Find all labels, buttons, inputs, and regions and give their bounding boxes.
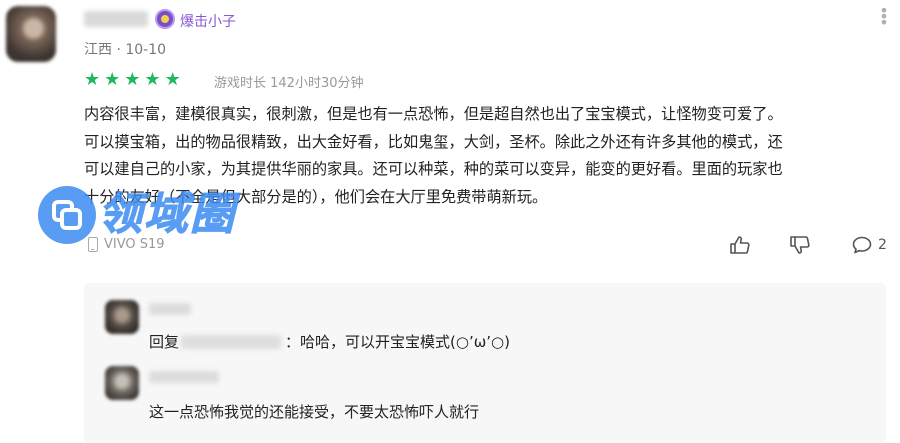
star-icon: ★ xyxy=(124,69,141,90)
star-icon: ★ xyxy=(144,69,161,90)
watermark-logo-icon xyxy=(38,186,96,244)
reply-avatar[interactable] xyxy=(105,366,139,400)
star-icon: ★ xyxy=(164,69,181,90)
comment-icon xyxy=(852,236,872,254)
watermark-text: 领域圈 xyxy=(98,189,236,241)
like-button[interactable] xyxy=(730,236,750,254)
location-date: 江西 · 10-10 xyxy=(84,42,167,58)
star-icon: ★ xyxy=(104,69,121,90)
review-line: 可以建自己的小家，为其提供华丽的家具。还可以种菜，种的菜可以变异，能变的更好看。… xyxy=(84,160,783,178)
thumbs-up-icon xyxy=(730,236,750,254)
star-icon: ★ xyxy=(84,69,101,90)
phone-icon xyxy=(88,237,98,252)
mention-username-blurred[interactable] xyxy=(181,334,282,349)
dislike-button[interactable] xyxy=(790,236,810,254)
review-line: 内容很丰富，建模很真实，很刺激，但是也有一点恐怖，但是超自然也出了宝宝模式，让怪… xyxy=(84,105,783,123)
reply-username-blurred[interactable] xyxy=(149,371,219,383)
badge-icon xyxy=(155,9,175,29)
badge-label: 爆击小子 xyxy=(180,14,236,30)
reply-count-button[interactable]: 2 xyxy=(852,236,887,254)
device-name: VIVO S19 xyxy=(104,237,165,252)
thumbs-down-icon xyxy=(790,236,810,254)
reviewer-avatar[interactable] xyxy=(6,6,56,62)
reply-content: 这一点恐怖我觉的还能接受，不要太恐怖吓人就行 xyxy=(149,403,480,421)
reviewer-username-blurred[interactable] xyxy=(84,11,148,27)
device-info: VIVO S19 xyxy=(88,237,165,252)
reply-username-blurred[interactable] xyxy=(149,303,191,315)
reply-content: ：哈哈，可以开宝宝模式(○’ω’○) xyxy=(285,333,510,351)
more-options-icon[interactable]: • • • xyxy=(879,3,889,31)
rating-stars: ★ ★ ★ ★ ★ xyxy=(84,70,181,90)
playtime: 游戏时长 142小时30分钟 xyxy=(214,76,364,91)
reply-prefix: 回复 xyxy=(149,333,180,351)
reply-text: 回复 ：哈哈，可以开宝宝模式(○’ω’○) xyxy=(149,331,510,352)
reply-count: 2 xyxy=(878,237,887,253)
review-line: 可以摸宝箱，出的物品很精致，出大金好看，比如鬼玺，大剑，圣杯。除此之外还有许多其… xyxy=(84,132,783,151)
reply-avatar[interactable] xyxy=(105,300,139,334)
watermark: 领域圈 xyxy=(38,186,236,244)
